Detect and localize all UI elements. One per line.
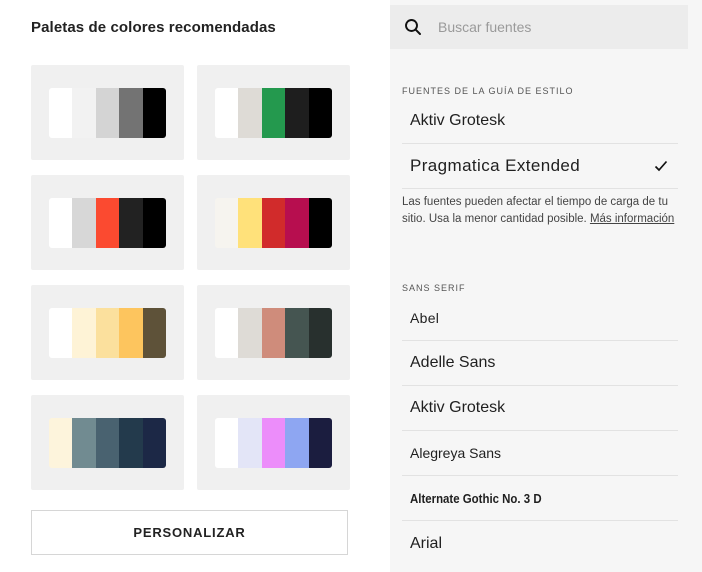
- palette-card-6[interactable]: [197, 285, 350, 380]
- fonts-panel: FUENTES DE LA GUÍA DE ESTILO Aktiv Grote…: [390, 0, 702, 572]
- font-option-pragmatica-extended[interactable]: Pragmatica Extended: [402, 144, 678, 189]
- swatch: [285, 198, 309, 248]
- swatch: [215, 88, 239, 138]
- swatch: [72, 88, 96, 138]
- section-label-sans-serif: SANS SERIF: [402, 283, 466, 293]
- swatch: [308, 88, 332, 138]
- swatch: [72, 308, 96, 358]
- font-option-alternate-gothic[interactable]: Alternate Gothic No. 3 D: [402, 476, 678, 521]
- font-name: Alegreya Sans: [410, 445, 502, 461]
- swatch: [142, 308, 166, 358]
- font-option-arial[interactable]: Arial: [402, 521, 678, 566]
- swatch: [95, 418, 120, 468]
- font-name: Arial: [410, 534, 443, 552]
- panel-title: Paletas de colores recomendadas: [31, 19, 276, 36]
- font-option-adelle-sans[interactable]: Adelle Sans: [402, 341, 678, 386]
- swatch: [95, 198, 120, 248]
- font-name: Aktiv Grotesk: [410, 112, 506, 129]
- palette-swatches: [49, 418, 166, 468]
- swatch: [261, 198, 286, 248]
- search-icon: [405, 19, 421, 35]
- swatch: [261, 418, 286, 468]
- swatch: [49, 88, 73, 138]
- palette-swatches: [49, 198, 166, 248]
- palette-swatches: [215, 198, 332, 248]
- color-palettes-panel: Paletas de colores recomendadas PERSONAL…: [0, 0, 380, 572]
- swatch: [49, 198, 73, 248]
- checkmark-icon: [654, 160, 668, 172]
- swatch: [215, 308, 239, 358]
- section-label-style-guide: FUENTES DE LA GUÍA DE ESTILO: [402, 86, 574, 96]
- swatch: [261, 308, 286, 358]
- palette-swatches: [49, 88, 166, 138]
- swatch: [238, 308, 262, 358]
- palette-card-2[interactable]: [197, 65, 350, 160]
- swatch: [261, 88, 286, 138]
- palette-card-7[interactable]: [31, 395, 184, 490]
- font-option-aktiv-grotesk[interactable]: Aktiv Grotesk: [402, 386, 678, 431]
- swatch: [119, 198, 143, 248]
- palette-card-5[interactable]: [31, 285, 184, 380]
- font-name: Aktiv Grotesk: [410, 399, 506, 416]
- swatch: [308, 198, 332, 248]
- swatch: [238, 198, 262, 248]
- palette-card-4[interactable]: [197, 175, 350, 270]
- swatch: [308, 418, 332, 468]
- font-search-input[interactable]: [436, 18, 670, 36]
- swatch: [142, 88, 166, 138]
- font-name: Pragmatica Extended: [410, 156, 581, 175]
- swatch: [238, 88, 262, 138]
- font-name: Abel: [410, 310, 440, 326]
- palette-swatches: [49, 308, 166, 358]
- swatch: [285, 308, 309, 358]
- palette-card-8[interactable]: [197, 395, 350, 490]
- swatch: [72, 198, 96, 248]
- swatch: [285, 88, 309, 138]
- font-name: Alternate Gothic No. 3 D: [410, 490, 542, 506]
- font-option-alegreya-sans[interactable]: Alegreya Sans: [402, 431, 678, 476]
- font-option-abel[interactable]: Abel: [402, 296, 678, 341]
- swatch: [119, 308, 143, 358]
- swatch: [95, 308, 120, 358]
- palette-swatches: [215, 308, 332, 358]
- palette-card-1[interactable]: [31, 65, 184, 160]
- font-name: Adelle Sans: [410, 354, 496, 371]
- swatch: [215, 198, 239, 248]
- swatch: [49, 308, 73, 358]
- swatch: [215, 418, 239, 468]
- swatch: [308, 308, 332, 358]
- font-option-aktiv-grotesk-style[interactable]: Aktiv Grotesk: [402, 99, 678, 144]
- more-info-link[interactable]: Más información: [590, 213, 674, 225]
- palette-swatches: [215, 88, 332, 138]
- swatch: [285, 418, 309, 468]
- swatch: [142, 418, 166, 468]
- palette-swatches: [215, 418, 332, 468]
- swatch: [119, 88, 143, 138]
- swatch: [142, 198, 166, 248]
- swatch: [238, 418, 262, 468]
- customize-button[interactable]: PERSONALIZAR: [31, 510, 348, 555]
- swatch: [95, 88, 120, 138]
- load-time-note: Las fuentes pueden afectar el tiempo de …: [402, 194, 680, 228]
- palette-card-3[interactable]: [31, 175, 184, 270]
- swatch: [119, 418, 143, 468]
- font-search-bar: [390, 5, 688, 49]
- swatch: [72, 418, 96, 468]
- swatch: [49, 418, 73, 468]
